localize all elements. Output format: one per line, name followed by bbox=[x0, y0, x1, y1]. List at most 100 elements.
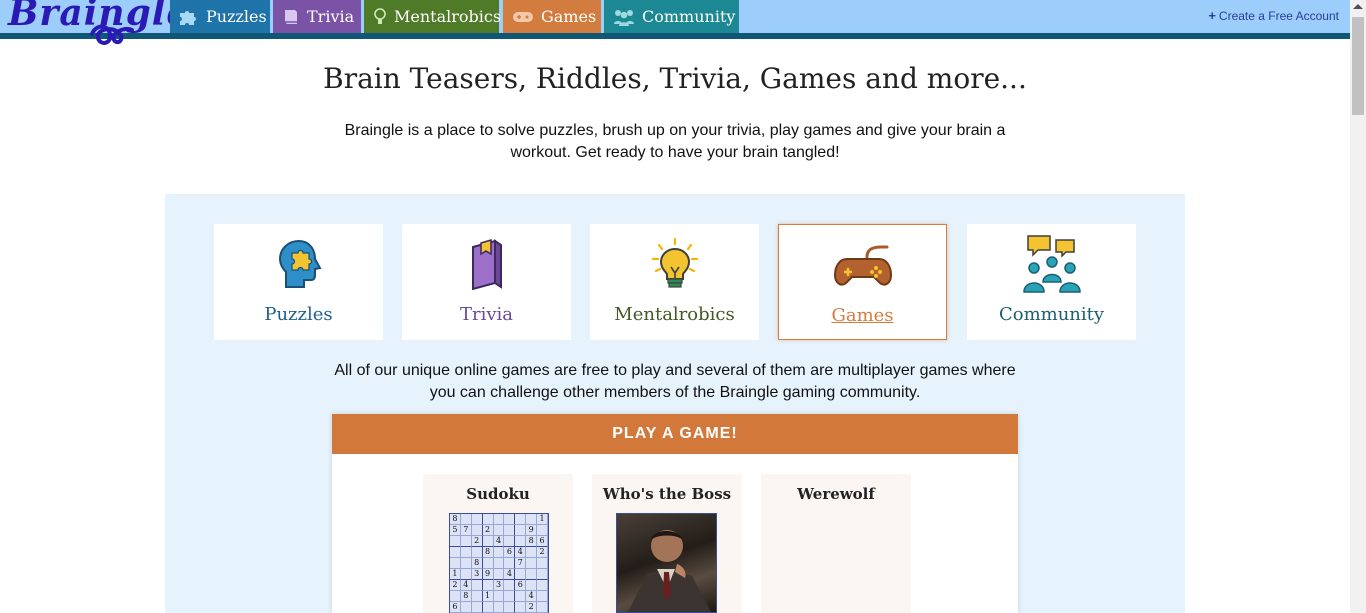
sudoku-cell bbox=[537, 580, 548, 591]
sudoku-cell: 9 bbox=[482, 569, 494, 580]
sudoku-cell: 8 bbox=[450, 514, 461, 525]
sudoku-cell: 2 bbox=[482, 525, 494, 536]
sudoku-cell bbox=[504, 514, 516, 525]
category-card-trivia[interactable]: Trivia bbox=[402, 224, 571, 340]
sudoku-cell bbox=[537, 525, 548, 536]
braingle-logo[interactable]: Braingle bbox=[8, 0, 189, 50]
create-account-label: Create a Free Account bbox=[1218, 8, 1339, 23]
sudoku-cell bbox=[460, 558, 472, 569]
sudoku-cell: 8 bbox=[460, 591, 472, 602]
games-description: All of our unique online games are free … bbox=[334, 362, 1016, 401]
sudoku-cell bbox=[471, 591, 483, 602]
nav-tab-trivia[interactable]: Trivia bbox=[273, 0, 361, 33]
sudoku-thumbnail: 81572924868642871394243681462 bbox=[449, 513, 549, 613]
nav-tab-mentalrobics[interactable]: Mentalrobics bbox=[364, 0, 501, 33]
game-name: Sudoku bbox=[466, 485, 530, 503]
sudoku-cell bbox=[537, 602, 548, 613]
sudoku-cell bbox=[537, 558, 548, 569]
game-controller-icon bbox=[833, 245, 892, 286]
sudoku-cell: 1 bbox=[537, 514, 548, 525]
sudoku-cell bbox=[450, 558, 461, 569]
sudoku-cell bbox=[526, 558, 538, 569]
plus-icon: + bbox=[1208, 8, 1216, 23]
game-card-werewolf[interactable]: Werewolf bbox=[761, 474, 911, 613]
sudoku-cell bbox=[450, 536, 461, 547]
sudoku-cell: 2 bbox=[526, 602, 538, 613]
sudoku-cell: 8 bbox=[482, 547, 494, 558]
nav-label: Community bbox=[642, 7, 736, 26]
sudoku-cell bbox=[493, 514, 505, 525]
sudoku-cell bbox=[493, 569, 505, 580]
sudoku-cell bbox=[493, 558, 505, 569]
nav-label: Games bbox=[541, 7, 597, 26]
sudoku-cell: 7 bbox=[460, 525, 472, 536]
sudoku-cell: 4 bbox=[493, 536, 505, 547]
category-label: Trivia bbox=[459, 304, 514, 325]
game-card-whos-the-boss[interactable]: Who's the Boss bbox=[592, 474, 742, 613]
puzzle-piece-icon bbox=[180, 10, 196, 25]
game-card-sudoku[interactable]: Sudoku 81572924868642871394243681462 bbox=[423, 474, 573, 613]
sudoku-cell bbox=[460, 547, 472, 558]
sudoku-cell: 9 bbox=[526, 525, 538, 536]
businessman-image bbox=[628, 530, 711, 612]
boss-thumbnail bbox=[616, 513, 717, 613]
sudoku-cell bbox=[482, 580, 494, 591]
head-puzzle-icon bbox=[278, 239, 322, 288]
game-name: Who's the Boss bbox=[602, 485, 732, 503]
nav-label: Trivia bbox=[307, 7, 355, 26]
sudoku-cell bbox=[450, 591, 461, 602]
sudoku-cell bbox=[515, 536, 527, 547]
scrollbar-thumb[interactable] bbox=[1352, 17, 1364, 115]
sudoku-cell: 4 bbox=[460, 580, 472, 591]
gamepad-icon bbox=[513, 11, 533, 22]
category-card-community[interactable]: Community bbox=[967, 224, 1136, 340]
sudoku-cell bbox=[460, 569, 472, 580]
sudoku-cell bbox=[504, 591, 516, 602]
category-card-games[interactable]: Games bbox=[778, 224, 947, 340]
sudoku-cell bbox=[537, 591, 548, 602]
sudoku-cell: 4 bbox=[504, 569, 516, 580]
sudoku-cell bbox=[482, 514, 494, 525]
category-card-mentalrobics[interactable]: Mentalrobics bbox=[590, 224, 759, 340]
sudoku-cell: 2 bbox=[537, 547, 548, 558]
intro-text: Braingle is a place to solve puzzles, br… bbox=[344, 122, 1006, 161]
sudoku-cell: 7 bbox=[515, 558, 527, 569]
sudoku-cell: 6 bbox=[537, 536, 548, 547]
sudoku-cell bbox=[526, 580, 538, 591]
sudoku-cell: 8 bbox=[526, 536, 538, 547]
sudoku-cell bbox=[471, 525, 483, 536]
sudoku-cell: 5 bbox=[450, 525, 461, 536]
page: Braingle Puzzles Trivia Mentalrobics Gam… bbox=[0, 0, 1366, 613]
sudoku-cell bbox=[450, 547, 461, 558]
sudoku-cell bbox=[471, 602, 483, 613]
nav-tab-puzzles[interactable]: Puzzles bbox=[170, 0, 270, 33]
sudoku-cell: 1 bbox=[482, 591, 494, 602]
page-title: Brain Teasers, Riddles, Trivia, Games an… bbox=[323, 62, 1027, 95]
sudoku-cell bbox=[471, 547, 483, 558]
nav-tab-games[interactable]: Games bbox=[503, 0, 601, 33]
sudoku-cell bbox=[515, 514, 527, 525]
sudoku-cell bbox=[460, 536, 472, 547]
sudoku-cell: 2 bbox=[471, 536, 483, 547]
lightbulb-icon bbox=[374, 7, 386, 24]
sudoku-cell bbox=[493, 591, 505, 602]
sudoku-cell bbox=[471, 514, 483, 525]
create-account-link[interactable]: + Create a Free Account bbox=[1208, 8, 1339, 23]
category-label: Mentalrobics bbox=[614, 304, 735, 325]
sudoku-cell bbox=[493, 547, 505, 558]
category-label: Puzzles bbox=[264, 304, 333, 325]
sudoku-cell bbox=[482, 602, 494, 613]
scroll-up-arrow-icon[interactable] bbox=[1353, 4, 1363, 9]
sudoku-cell: 4 bbox=[515, 547, 527, 558]
sudoku-cell: 6 bbox=[504, 547, 516, 558]
nav-tab-community[interactable]: Community bbox=[604, 0, 739, 33]
sudoku-cell bbox=[504, 536, 516, 547]
sudoku-cell bbox=[526, 514, 538, 525]
sudoku-cell: 3 bbox=[471, 569, 483, 580]
book-icon bbox=[285, 9, 297, 24]
category-card-puzzles[interactable]: Puzzles bbox=[214, 224, 383, 340]
sudoku-cell: 3 bbox=[493, 580, 505, 591]
book-icon bbox=[471, 238, 502, 291]
sudoku-cell: 6 bbox=[450, 602, 461, 613]
sudoku-cell bbox=[460, 514, 472, 525]
